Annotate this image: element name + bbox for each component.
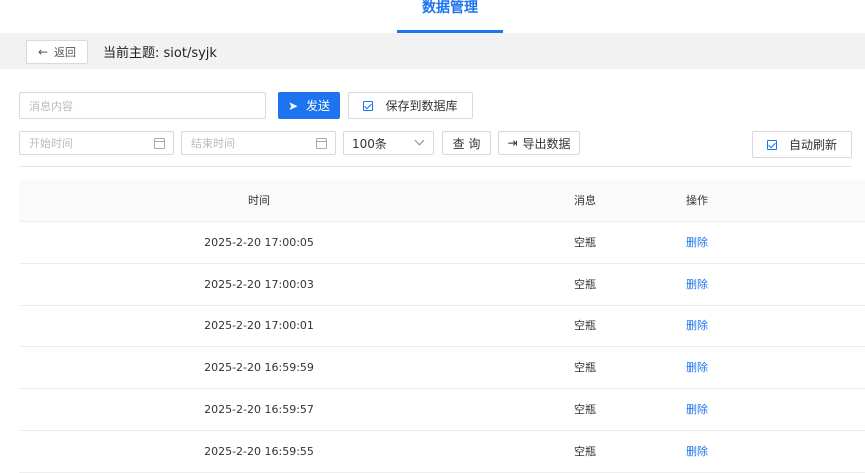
- arrow-left-icon: ←: [37, 45, 49, 59]
- divider: [19, 166, 852, 167]
- table-row: 2025-2-20 17:00:01 空瓶 删除: [19, 305, 865, 348]
- auto-refresh-button[interactable]: 自动刷新: [752, 131, 852, 158]
- query-button-label: 查 询: [452, 136, 481, 151]
- delete-link[interactable]: 删除: [657, 431, 737, 473]
- table-row: 2025-2-20 17:00:03 空瓶 删除: [19, 264, 865, 306]
- table-row: 2025-2-20 17:00:05 空瓶 删除: [19, 222, 865, 264]
- query-button[interactable]: 查 询: [442, 131, 491, 155]
- start-time-input[interactable]: 开始时间: [19, 131, 174, 155]
- row-time: 2025-2-20 16:59:57: [204, 402, 314, 416]
- tab-data-management[interactable]: 数据管理: [397, 0, 503, 33]
- row-message: 空瓶: [574, 402, 596, 416]
- export-data-button[interactable]: ⇥ 导出数据: [498, 131, 580, 155]
- row-message: 空瓶: [574, 319, 596, 333]
- end-time-input[interactable]: 结束时间: [181, 131, 336, 155]
- topic-bar: ← 返回 当前主题: siot/syjk: [0, 33, 865, 69]
- row-message: 空瓶: [574, 444, 596, 458]
- delete-link[interactable]: 删除: [657, 305, 737, 347]
- export-icon: ⇥: [507, 136, 518, 150]
- save-to-database-label: 保存到数据库: [385, 99, 458, 113]
- message-input-placeholder: 消息内容: [29, 99, 73, 113]
- row-message: 空瓶: [574, 277, 596, 291]
- chevron-down-icon: [414, 135, 425, 146]
- table-row: 2025-2-20 16:59:59 空瓶 删除: [19, 347, 865, 390]
- current-topic: 当前主题: siot/syjk: [103, 46, 217, 61]
- row-time: 2025-2-20 17:00:05: [204, 236, 314, 249]
- column-header-action: 操作: [686, 194, 708, 207]
- column-header-time: 时间: [248, 194, 270, 207]
- delete-link[interactable]: 删除: [657, 264, 737, 306]
- save-to-database-button[interactable]: 保存到数据库: [348, 92, 473, 119]
- delete-link[interactable]: 删除: [657, 347, 737, 389]
- column-header-message: 消息: [574, 194, 596, 207]
- start-time-placeholder: 开始时间: [29, 137, 73, 150]
- send-button[interactable]: ➤ 发送: [278, 92, 340, 119]
- table-row: 2025-2-20 16:59:55 空瓶 删除: [19, 431, 865, 473]
- message-input[interactable]: 消息内容: [19, 92, 266, 119]
- export-data-label: 导出数据: [522, 136, 571, 151]
- top-bar: 数据管理: [0, 0, 865, 33]
- row-message: 空瓶: [574, 236, 596, 249]
- limit-select[interactable]: 100条: [343, 131, 434, 155]
- back-button[interactable]: ← 返回: [26, 40, 88, 64]
- table-header: 时间 消息 操作: [19, 180, 865, 222]
- row-time: 2025-2-20 16:59:55: [204, 444, 314, 458]
- row-time: 2025-2-20 16:59:59: [204, 361, 314, 375]
- delete-link[interactable]: 删除: [657, 389, 737, 431]
- calendar-icon: [154, 138, 165, 149]
- limit-select-value: 100条: [352, 136, 387, 151]
- auto-refresh-label: 自动刷新: [788, 138, 837, 152]
- end-time-placeholder: 结束时间: [191, 137, 235, 150]
- row-time: 2025-2-20 17:00:03: [204, 277, 314, 291]
- row-time: 2025-2-20 17:00:01: [204, 319, 314, 333]
- checkbox-icon: [766, 139, 777, 150]
- send-icon: ➤: [287, 98, 299, 113]
- checkbox-icon: [363, 100, 374, 111]
- calendar-icon: [316, 138, 327, 149]
- send-button-label: 发送: [306, 99, 331, 113]
- row-message: 空瓶: [574, 361, 596, 375]
- table-row: 2025-2-20 16:59:57 空瓶 删除: [19, 389, 865, 431]
- back-button-label: 返回: [54, 46, 77, 59]
- delete-link[interactable]: 删除: [657, 222, 737, 264]
